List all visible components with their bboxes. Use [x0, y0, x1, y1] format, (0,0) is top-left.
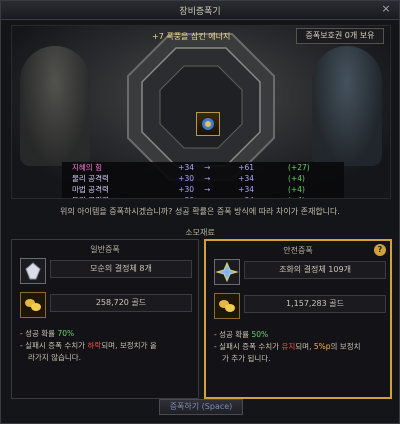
safe-gold-cost: 1,157,283 골드 — [244, 295, 386, 313]
normal-fail-end: 라가지 않습니다. — [28, 353, 82, 362]
safe-material-row: 조화의 결정체 109개 — [214, 259, 386, 285]
stat-arrow: → — [204, 174, 211, 183]
gold-icon — [214, 293, 240, 319]
normal-rate: 70% — [57, 329, 75, 338]
normal-material-name: 모순의 결정체 8개 — [50, 260, 192, 278]
safe-gold-row: 1,157,283 골드 — [214, 293, 386, 319]
close-icon[interactable]: × — [379, 2, 393, 16]
stat-table: 지혜의 힘 +34 → +61 (+27) 물리 공격력 +30 → +34 (+4) 마법 공격력… — [62, 162, 344, 198]
materials-title: 소모재료 — [185, 228, 215, 237]
normal-material-row: 모순의 결정체 8개 — [20, 258, 192, 284]
stat-arrow: → — [204, 195, 210, 198]
item-name-label: +7 폭풍을 삼킨 에너지 — [152, 32, 231, 41]
stat-to: +34 — [238, 174, 254, 183]
normal-fail-key: 하락 — [87, 341, 102, 350]
stat-diff: (+27) — [288, 163, 310, 172]
safe-fail-bonus: 5%p — [313, 342, 331, 351]
safe-rate: 50% — [251, 330, 269, 339]
stat-to: +34 — [230, 195, 254, 198]
stat-to: +34 — [238, 185, 254, 194]
safe-rate-prefix: - 성공 확률 — [214, 330, 250, 339]
normal-panel-header: 일반증폭 — [90, 245, 120, 254]
safe-fail-mid: 되며, — [295, 342, 312, 351]
stat-arrow: → — [204, 185, 211, 194]
safe-panel-header: 안전증폭 — [283, 246, 313, 255]
safe-amplify-panel[interactable]: 안전증폭 ? 조화의 결정체 109개 1,157,283 골드 - 성공 확률… — [204, 239, 392, 399]
safe-material-name: 조화의 결정체 109개 — [244, 261, 386, 279]
stat-from: +30 — [178, 185, 194, 194]
normal-rate-prefix: - 성공 확률 — [20, 329, 56, 338]
window-title: 장비증폭기 — [179, 7, 221, 17]
amplify-button[interactable]: 증폭하기 (Space) — [159, 399, 243, 415]
safe-fail-prefix: - 실패시 증폭 수치가 — [214, 342, 280, 351]
protection-count: 증폭보호권 0개 보유 — [296, 28, 384, 44]
help-icon[interactable]: ? — [374, 244, 386, 256]
stat-name: 지혜의 힘 — [72, 163, 102, 172]
stat-row: 물리 공격력 +30 → +34 (+4) — [62, 173, 344, 184]
crystal-icon — [20, 258, 46, 284]
safe-fail-end: 가 추가 됩니다. — [222, 354, 271, 363]
stat-from: +30 — [170, 195, 194, 198]
stat-diff: (+4) — [288, 174, 305, 183]
stat-row: 독립 공격력 +30 → +34 (+4) — [62, 195, 344, 198]
amplifier-window: 장비증폭기 × +7 폭풍을 삼킨 에너지 증폭보호권 0개 보유 지혜의 힘 +… — [0, 0, 400, 424]
stat-from: +34 — [178, 163, 194, 172]
harmony-crystal-icon — [214, 259, 240, 285]
stat-from: +30 — [178, 174, 194, 183]
title-bar: 장비증폭기 × — [1, 1, 399, 20]
normal-description: - 성공 확률 70% - 실패시 증폭 수치가 하락되며, 보정치가 올 라가… — [20, 328, 194, 364]
safe-fail-key: 유지 — [281, 342, 296, 351]
safe-description: - 성공 확률 50% - 실패시 증폭 수치가 유지되며, 5%p의 보정치 … — [214, 329, 388, 365]
stat-diff: (+4) — [288, 185, 305, 194]
stat-name: 마법 공격력 — [72, 185, 109, 194]
octagon-seal-image — [127, 33, 275, 181]
stat-diff: (+4) — [288, 195, 305, 198]
stat-row: 지혜의 힘 +34 → +61 (+27) — [62, 162, 344, 173]
amplify-banner: +7 폭풍을 삼킨 에너지 증폭보호권 0개 보유 지혜의 힘 +34 → +61 (+… — [11, 25, 391, 199]
stat-row: 마법 공격력 +30 → +34 (+4) — [62, 184, 344, 195]
target-item-icon[interactable] — [196, 112, 220, 136]
normal-fail-prefix: - 실패시 증폭 수치가 — [20, 341, 86, 350]
normal-fail-mid: 되며, 보정치가 올 — [101, 341, 157, 350]
normal-gold-cost: 258,720 골드 — [50, 294, 192, 312]
normal-gold-row: 258,720 골드 — [20, 292, 192, 318]
stat-name: 독립 공격력 — [72, 195, 109, 198]
stat-name: 물리 공격력 — [72, 174, 109, 183]
amplify-notice: 위의 아이템을 증폭하시겠습니까? 성공 확률은 증폭 방식에 따라 차이가 존… — [60, 207, 340, 216]
stat-arrow: → — [204, 163, 211, 172]
safe-fail-mid2: 의 보정치 — [330, 342, 361, 351]
normal-amplify-panel[interactable]: 일반증폭 모순의 결정체 8개 258,720 골드 - 성공 확률 70% -… — [11, 239, 199, 399]
right-statue-image — [312, 46, 382, 166]
left-statue-image — [20, 46, 90, 166]
gold-icon — [20, 292, 46, 318]
stat-to: +61 — [238, 163, 254, 172]
